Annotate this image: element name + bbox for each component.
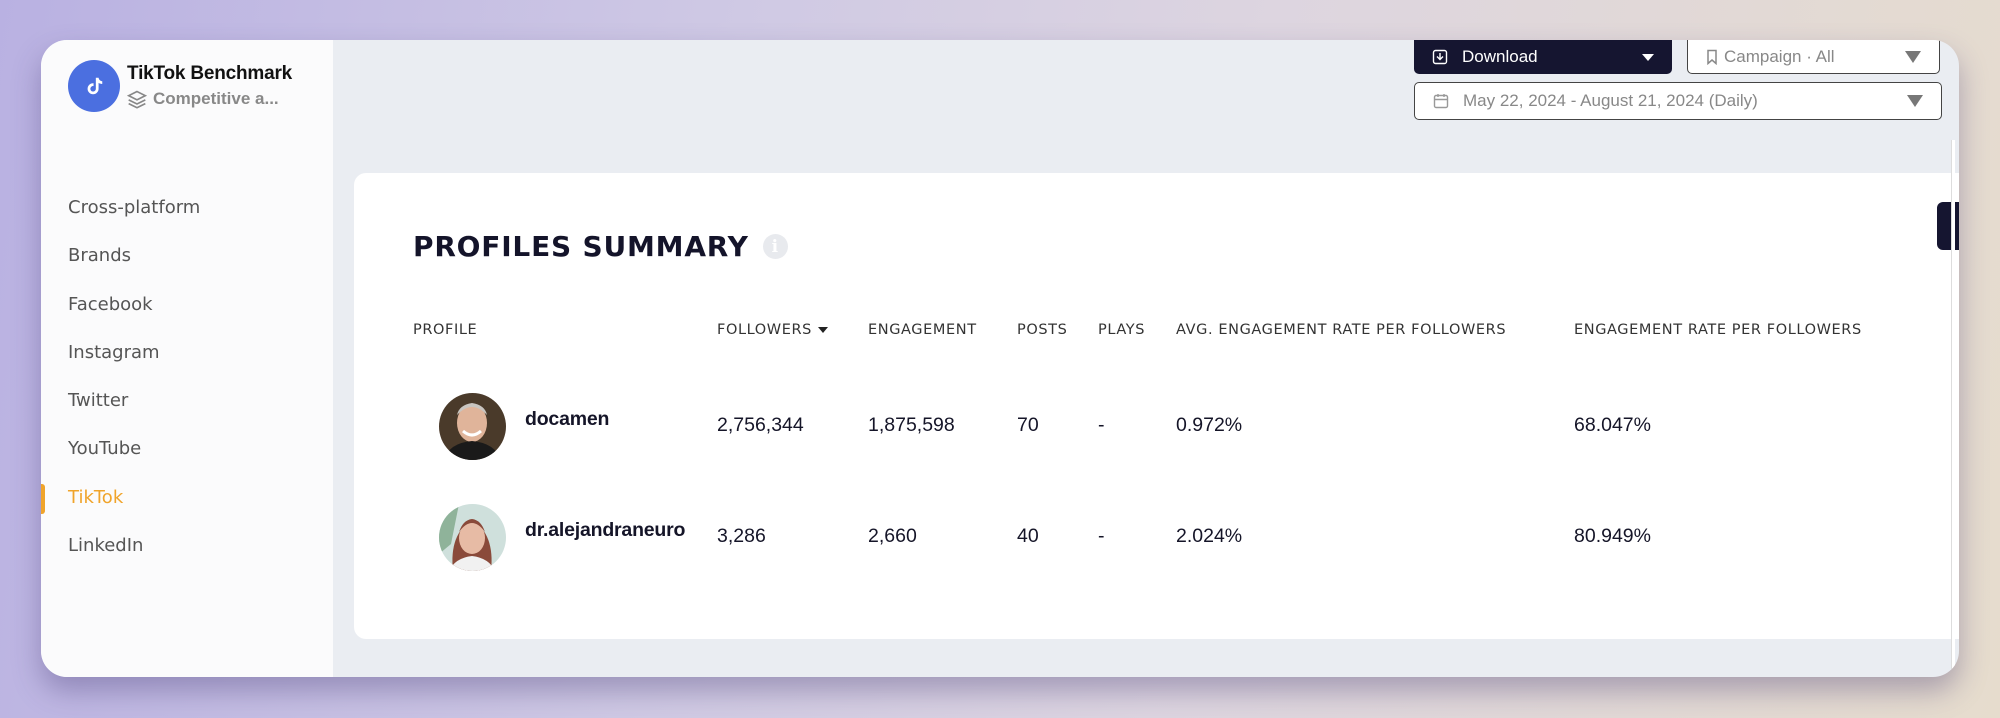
profile-name[interactable]: dr.alejandraneuro [525, 519, 685, 542]
brand-subtitle-text: Competitive a... [153, 89, 279, 108]
column-header-followers-label: FOLLOWERS [717, 322, 812, 338]
scrollbar[interactable] [1951, 140, 1955, 670]
chevron-down-icon [1905, 50, 1921, 63]
download-icon [1432, 49, 1448, 65]
column-header-avg-engagement-rate[interactable]: AVG. ENGAGEMENT RATE PER FOLLOWERS [1176, 322, 1506, 338]
card-title-text: PROFILES SUMMARY [413, 230, 749, 263]
avatar [439, 393, 506, 460]
avg-engagement-rate-value: 2.024% [1176, 525, 1243, 547]
plays-value: - [1098, 525, 1105, 547]
sidebar-item-youtube[interactable]: YouTube [41, 425, 333, 473]
chevron-down-icon [1907, 95, 1923, 107]
profiles-summary-card: PROFILES SUMMARY i PROFILE FOLLOWERS ENG… [354, 173, 1959, 639]
avg-engagement-rate-value: 0.972% [1176, 414, 1243, 436]
engagement-rate-value: 68.047% [1574, 414, 1651, 436]
date-range-label: May 22, 2024 - August 21, 2024 (Daily) [1463, 91, 1758, 110]
toolbar: Download Campaign · All [1414, 40, 1940, 74]
download-button[interactable]: Download [1414, 40, 1672, 74]
date-range-select[interactable]: May 22, 2024 - August 21, 2024 (Daily) [1414, 82, 1942, 120]
chevron-down-icon [1642, 53, 1654, 61]
followers-value: 3,286 [717, 525, 766, 547]
followers-value: 2,756,344 [717, 414, 804, 436]
posts-value: 70 [1017, 414, 1039, 436]
sidebar-item-instagram[interactable]: Instagram [41, 329, 333, 377]
column-header-posts[interactable]: POSTS [1017, 322, 1067, 338]
collapse-panel-tab[interactable] [1937, 202, 1959, 250]
card-title: PROFILES SUMMARY i [413, 230, 788, 263]
engagement-rate-value: 80.949% [1574, 525, 1651, 547]
calendar-icon [1433, 94, 1449, 109]
app-window: TikTok Benchmark Competitive a... Cross-… [41, 40, 1959, 677]
column-header-engagement[interactable]: ENGAGEMENT [868, 322, 977, 338]
sidebar-item-cross-platform[interactable]: Cross-platform [41, 184, 333, 232]
bookmark-icon [1707, 49, 1717, 65]
brand-title: TikTok Benchmark [127, 63, 293, 84]
avatar [439, 504, 506, 571]
plays-value: - [1098, 414, 1105, 436]
tiktok-icon [68, 60, 120, 112]
sidebar-item-brands[interactable]: Brands [41, 232, 333, 280]
table-row[interactable]: docamen 2,756,344 1,875,598 70 - 0.972% … [354, 386, 1959, 466]
sidebar-nav: Cross-platform Brands Facebook Instagram… [41, 184, 333, 570]
sidebar: TikTok Benchmark Competitive a... Cross-… [41, 40, 333, 677]
engagement-value: 1,875,598 [868, 414, 955, 436]
sidebar-item-tiktok[interactable]: TikTok [41, 474, 333, 522]
sidebar-item-facebook[interactable]: Facebook [41, 281, 333, 329]
brand-header: TikTok Benchmark Competitive a... [68, 60, 292, 112]
engagement-value: 2,660 [868, 525, 917, 547]
download-label: Download [1462, 47, 1538, 66]
column-header-plays[interactable]: PLAYS [1098, 322, 1145, 338]
column-header-followers[interactable]: FOLLOWERS [717, 322, 828, 338]
campaign-label: Campaign · All [1724, 46, 1835, 66]
sidebar-item-twitter[interactable]: Twitter [41, 377, 333, 425]
table-row[interactable]: dr.alejandraneuro 3,286 2,660 40 - 2.024… [354, 497, 1959, 577]
posts-value: 40 [1017, 525, 1039, 547]
info-icon[interactable]: i [762, 234, 788, 259]
layers-icon [127, 90, 147, 109]
profile-name[interactable]: docamen [525, 408, 609, 431]
sort-descending-icon [817, 327, 828, 333]
column-header-engagement-rate[interactable]: ENGAGEMENT RATE PER FOLLOWERS [1574, 322, 1862, 338]
brand-subtitle[interactable]: Competitive a... [127, 89, 292, 109]
column-header-profile[interactable]: PROFILE [413, 322, 477, 338]
campaign-select[interactable]: Campaign · All [1687, 40, 1940, 74]
sidebar-item-linkedin[interactable]: LinkedIn [41, 522, 333, 570]
